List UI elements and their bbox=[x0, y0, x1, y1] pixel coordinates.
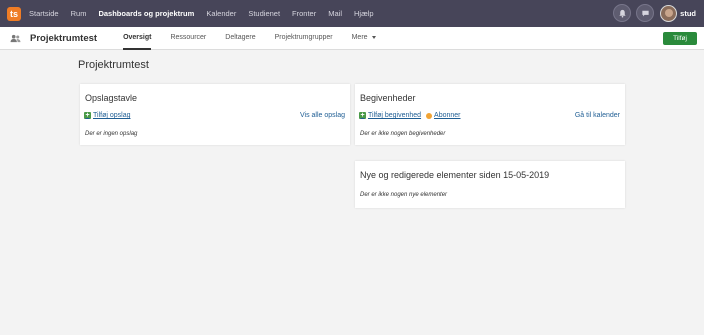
room-title: Projektrumtest bbox=[30, 32, 98, 44]
subscribe-link[interactable]: Abonner bbox=[434, 112, 460, 119]
chat-icon bbox=[642, 10, 649, 16]
tab-mere[interactable]: Mere bbox=[352, 27, 376, 50]
go-to-calendar-link[interactable]: Gå til kalender bbox=[575, 112, 620, 119]
add-post-label: Tilføj opslag bbox=[93, 112, 131, 119]
view-all-posts-link[interactable]: Vis alle opslag bbox=[300, 112, 345, 119]
events-actions: + Tilføj begivenhed Abonner Gå til kalend… bbox=[359, 112, 620, 119]
nav-startside[interactable]: Startside bbox=[29, 9, 59, 18]
bulletin-board-card: Opslagstavle + Tilføj opslag Vis alle ops… bbox=[80, 84, 350, 145]
tab-deltagere[interactable]: Deltagere bbox=[225, 27, 255, 50]
nav-hjaelp[interactable]: Hjælp bbox=[354, 9, 374, 18]
events-empty-message: Der er ikke nogen begivenheder bbox=[360, 131, 446, 137]
bulletin-empty-message: Der er ingen opslag bbox=[85, 131, 138, 137]
user-name[interactable]: stud bbox=[680, 9, 696, 18]
bulletin-board-actions: + Tilføj opslag Vis alle opslag bbox=[84, 112, 345, 119]
room-subnavigation: Projektrumtest Oversigt Ressourcer Delta… bbox=[0, 27, 704, 50]
tab-projektrumgrupper[interactable]: Projektrumgrupper bbox=[275, 27, 333, 50]
avatar[interactable] bbox=[660, 4, 678, 22]
page-title: Projektrumtest bbox=[78, 59, 149, 71]
add-post-link[interactable]: + Tilføj opslag bbox=[84, 112, 130, 119]
main-nav: Startside Rum Dashboards og projektrum K… bbox=[29, 9, 386, 18]
events-title: Begivenheder bbox=[360, 93, 416, 103]
add-event-link[interactable]: + Tilføj begivenhed bbox=[359, 112, 421, 119]
nav-dashboards[interactable]: Dashboards og projektrum bbox=[98, 9, 194, 18]
tab-mere-label: Mere bbox=[351, 33, 368, 41]
nav-mail[interactable]: Mail bbox=[328, 9, 342, 18]
recent-items-card: Nye og redigerede elementer siden 15-05-… bbox=[355, 161, 625, 208]
events-card: Begivenheder + Tilføj begivenhed Abonner … bbox=[355, 84, 625, 145]
tab-oversigt[interactable]: Oversigt bbox=[123, 27, 152, 50]
add-event-label: Tilføj begivenhed bbox=[368, 112, 422, 119]
bulletin-board-title: Opslagstavle bbox=[85, 93, 138, 103]
logo-icon[interactable]: ts bbox=[7, 6, 21, 21]
nav-rum[interactable]: Rum bbox=[71, 9, 87, 18]
user-area: stud bbox=[608, 4, 696, 22]
plus-icon: + bbox=[84, 112, 91, 119]
plus-icon: + bbox=[359, 112, 366, 119]
recent-items-empty-message: Der er ikke nogen nye elementer bbox=[360, 192, 448, 198]
nav-fronter[interactable]: Fronter bbox=[292, 9, 316, 18]
people-icon bbox=[10, 34, 21, 43]
top-navigation-bar: ts Startside Rum Dashboards og projektru… bbox=[0, 0, 704, 27]
nav-studienet[interactable]: Studienet bbox=[248, 9, 280, 18]
add-button[interactable]: Tilføj bbox=[663, 32, 697, 45]
messages-button[interactable] bbox=[636, 4, 655, 22]
tab-ressourcer[interactable]: Ressourcer bbox=[170, 27, 206, 50]
recent-items-title: Nye og redigerede elementer siden 15-05-… bbox=[360, 170, 550, 180]
notifications-button[interactable] bbox=[613, 4, 632, 22]
nav-kalender[interactable]: Kalender bbox=[206, 9, 236, 18]
bell-icon bbox=[619, 9, 626, 18]
subscribe-icon bbox=[426, 112, 433, 119]
chevron-down-icon bbox=[371, 35, 376, 39]
room-tabs: Oversigt Ressourcer Deltagere Projektrum… bbox=[123, 27, 394, 50]
